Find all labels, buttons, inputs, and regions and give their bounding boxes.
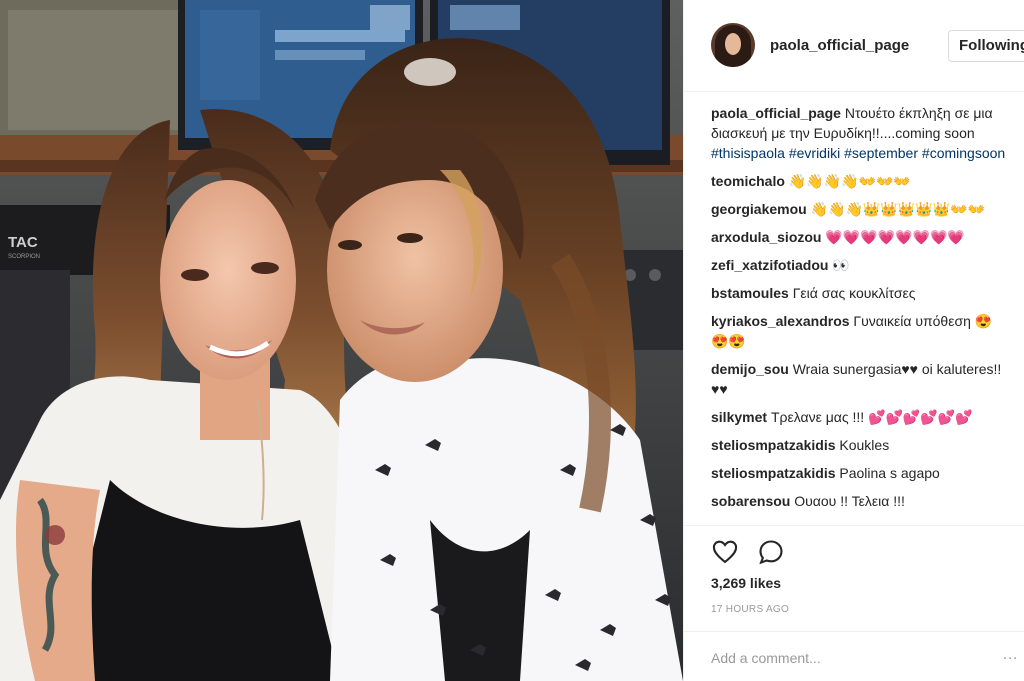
following-button[interactable]: Following [948,30,1024,62]
comments-list[interactable]: paola_official_page Ντουέτο έκπληξη σε μ… [711,103,1009,523]
hashtag-link[interactable]: #september [844,145,918,161]
comment-input[interactable]: Add a comment... [711,650,821,666]
comment-username[interactable]: arxodula_siozou [711,229,821,245]
comment-item: bstamoules Γειά σας κουκλίτσες [711,283,1009,303]
instagram-post: TAC SCORPION paola_official_page Followi… [0,0,1024,681]
studio-brand-sublabel: SCORPION [8,254,40,260]
comment-text: Koukles [839,437,890,453]
add-comment-bar: Add a comment... … [684,631,1024,681]
comment-username[interactable]: sobarensou [711,493,790,509]
comment-text: 👋👋👋👋👐👐👐 [788,173,911,189]
avatar[interactable] [711,23,755,67]
hashtag-link[interactable]: #comingsoon [922,145,1005,161]
comment-text: 💗💗💗💗💗💗💗💗 [825,229,965,245]
action-icons [711,538,791,566]
likes-count[interactable]: 3,269 likes [711,575,781,591]
heart-icon[interactable] [711,538,739,566]
post-side-panel: paola_official_page Following paola_offi… [683,0,1024,681]
comment-item: zefi_xatzifotiadou 👀 [711,255,1009,275]
comment-username[interactable]: bstamoules [711,285,789,301]
photo-illustration: TAC SCORPION [0,0,683,681]
comment-text: 👀 [832,257,850,273]
comment-username[interactable]: kyriakos_alexandros [711,313,850,329]
comment-item: steliosmpatzakidis Paolina s agapo [711,463,1009,483]
comment-item: sobarensou Ουαου !! Τελεια !!! [711,491,1009,511]
header-username[interactable]: paola_official_page [770,37,909,54]
avatar-face [725,33,741,55]
caption: paola_official_page Ντουέτο έκπληξη σε μ… [711,103,1009,163]
comment-username[interactable]: silkymet [711,409,767,425]
hashtag-link[interactable]: #thisispaola [711,145,785,161]
comment-item: demijo_sou Wraia sunergasia♥♥ oi kaluter… [711,359,1009,399]
comment-item: arxodula_siozou 💗💗💗💗💗💗💗💗 [711,227,1009,247]
more-options-icon[interactable]: … [1002,646,1018,664]
comment-bubble-icon[interactable] [757,538,785,566]
post-actions: 3,269 likes 17 HOURS AGO [684,525,1024,615]
comment-text: Paolina s agapo [839,465,940,481]
comment-username[interactable]: steliosmpatzakidis [711,437,836,453]
comment-text: 👋👋👋👑👑👑👑👑👐👐 [810,201,985,217]
hashtag-link[interactable]: #evridiki [789,145,840,161]
comment-username[interactable]: demijo_sou [711,361,789,377]
comment-text: Τρελανε μας !!! 💕💕💕💕💕💕 [770,409,973,425]
comment-text: Γειά σας κουκλίτσες [792,285,916,301]
post-timestamp[interactable]: 17 HOURS AGO [711,604,789,615]
comment-item: kyriakos_alexandros Γυναικεία υπόθεση 😍😍… [711,311,1009,351]
post-photo[interactable]: TAC SCORPION [0,0,683,681]
post-header: paola_official_page Following [684,0,1024,92]
comment-username[interactable]: georgiakemou [711,201,807,217]
comment-username[interactable]: teomichalo [711,173,785,189]
comment-item: teomichalo 👋👋👋👋👐👐👐 [711,171,1009,191]
comment-item: steliosmpatzakidis Koukles [711,435,1009,455]
comment-username[interactable]: steliosmpatzakidis [711,465,836,481]
comment-item: silkymet Τρελανε μας !!! 💕💕💕💕💕💕 [711,407,1009,427]
studio-brand-label: TAC [8,234,38,251]
comment-username[interactable]: zefi_xatzifotiadou [711,257,828,273]
caption-username[interactable]: paola_official_page [711,105,841,121]
comment-item: georgiakemou 👋👋👋👑👑👑👑👑👐👐 [711,199,1009,219]
comment-text: Ουαου !! Τελεια !!! [794,493,905,509]
